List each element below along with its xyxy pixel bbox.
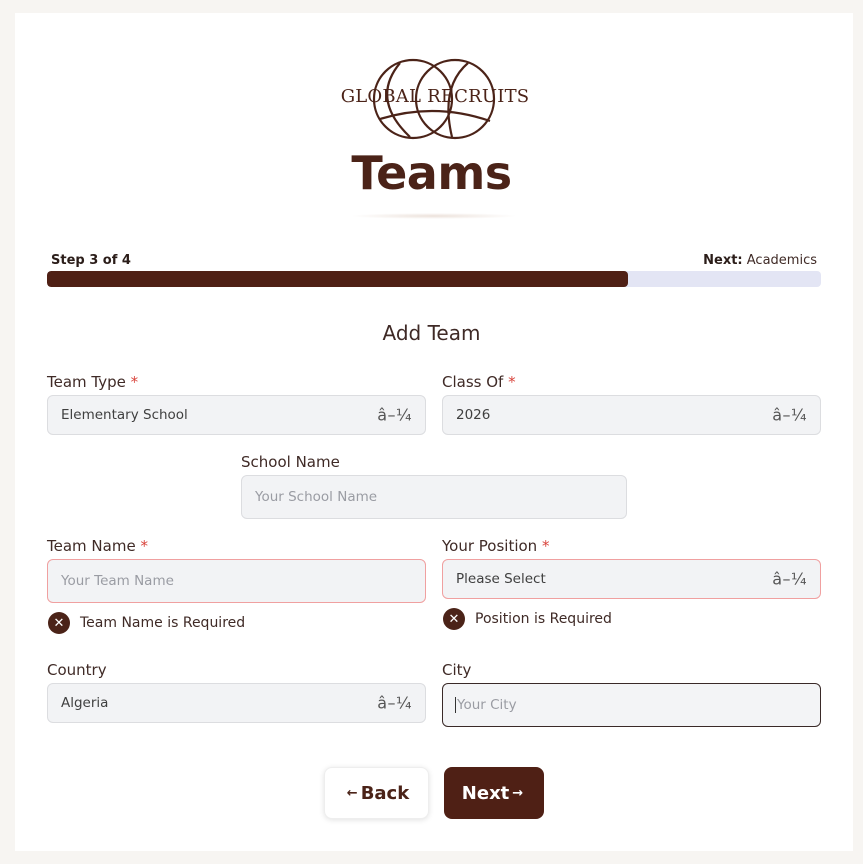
error-x-icon: ✕ <box>48 612 70 634</box>
class-of-select[interactable]: 2026 â–¼ <box>442 395 821 435</box>
required-mark: * <box>541 537 550 555</box>
logo-text: GLOBAL RECRUITS <box>340 86 530 107</box>
progress-bar-fill <box>47 271 628 287</box>
chevron-down-icon: â–¼ <box>377 693 412 713</box>
position-label: Your Position * <box>442 537 549 555</box>
city-label: City <box>442 661 472 679</box>
position-label-text: Your Position <box>442 537 538 555</box>
position-error: ✕ Position is Required <box>443 608 612 630</box>
progress-bar <box>47 271 821 287</box>
team-name-placeholder: Your Team Name <box>61 573 174 589</box>
arrow-right-icon: → <box>512 785 524 801</box>
required-mark: * <box>130 373 139 391</box>
required-mark: * <box>508 373 516 391</box>
back-button-label: Back <box>360 782 410 804</box>
chevron-down-icon: â–¼ <box>772 405 807 425</box>
section-title: Add Team <box>382 321 481 345</box>
next-prefix: Next: <box>703 253 743 268</box>
city-input[interactable]: Your City <box>442 683 821 727</box>
team-type-select[interactable]: Elementary School â–¼ <box>47 395 426 435</box>
class-of-label-text: Class Of <box>442 373 504 391</box>
next-step-label: Next: Academics <box>703 253 817 268</box>
text-cursor <box>455 697 456 713</box>
team-type-value: Elementary School <box>61 407 188 423</box>
team-type-label-text: Team Type <box>47 373 126 391</box>
page-title: Teams <box>351 146 512 200</box>
city-placeholder: Your City <box>457 697 517 713</box>
position-error-text: Position is Required <box>475 611 612 627</box>
arrow-left-icon: ← <box>346 785 358 801</box>
school-name-label: School Name <box>241 453 340 471</box>
chevron-down-icon: â–¼ <box>377 405 412 425</box>
school-name-input[interactable]: Your School Name <box>241 475 627 519</box>
team-name-label: Team Name * <box>47 537 148 555</box>
team-name-error-text: Team Name is Required <box>80 615 246 631</box>
position-select[interactable]: Please Select â–¼ <box>442 559 821 599</box>
country-label: Country <box>47 661 107 679</box>
title-divider <box>350 213 518 219</box>
team-name-input[interactable]: Your Team Name <box>47 559 426 603</box>
school-name-placeholder: Your School Name <box>255 489 378 505</box>
team-type-label: Team Type * <box>47 373 138 391</box>
class-of-value: 2026 <box>456 407 491 423</box>
required-mark: * <box>140 537 148 555</box>
country-select[interactable]: Algeria â–¼ <box>47 683 426 723</box>
step-indicator: Step 3 of 4 <box>51 253 131 268</box>
chevron-down-icon: â–¼ <box>772 569 807 589</box>
team-name-label-text: Team Name <box>47 537 136 555</box>
class-of-label: Class Of * <box>442 373 516 391</box>
global-recruits-logo: GLOBAL RECRUITS <box>340 57 530 141</box>
next-button-label: Next <box>461 782 510 804</box>
next-step-name: Academics <box>746 253 817 268</box>
position-value: Please Select <box>456 571 546 587</box>
country-value: Algeria <box>61 695 109 711</box>
back-button[interactable]: ← Back <box>324 767 429 819</box>
team-name-error: ✕ Team Name is Required <box>48 612 245 634</box>
next-button[interactable]: Next → <box>444 767 544 819</box>
error-x-icon: ✕ <box>443 608 465 630</box>
